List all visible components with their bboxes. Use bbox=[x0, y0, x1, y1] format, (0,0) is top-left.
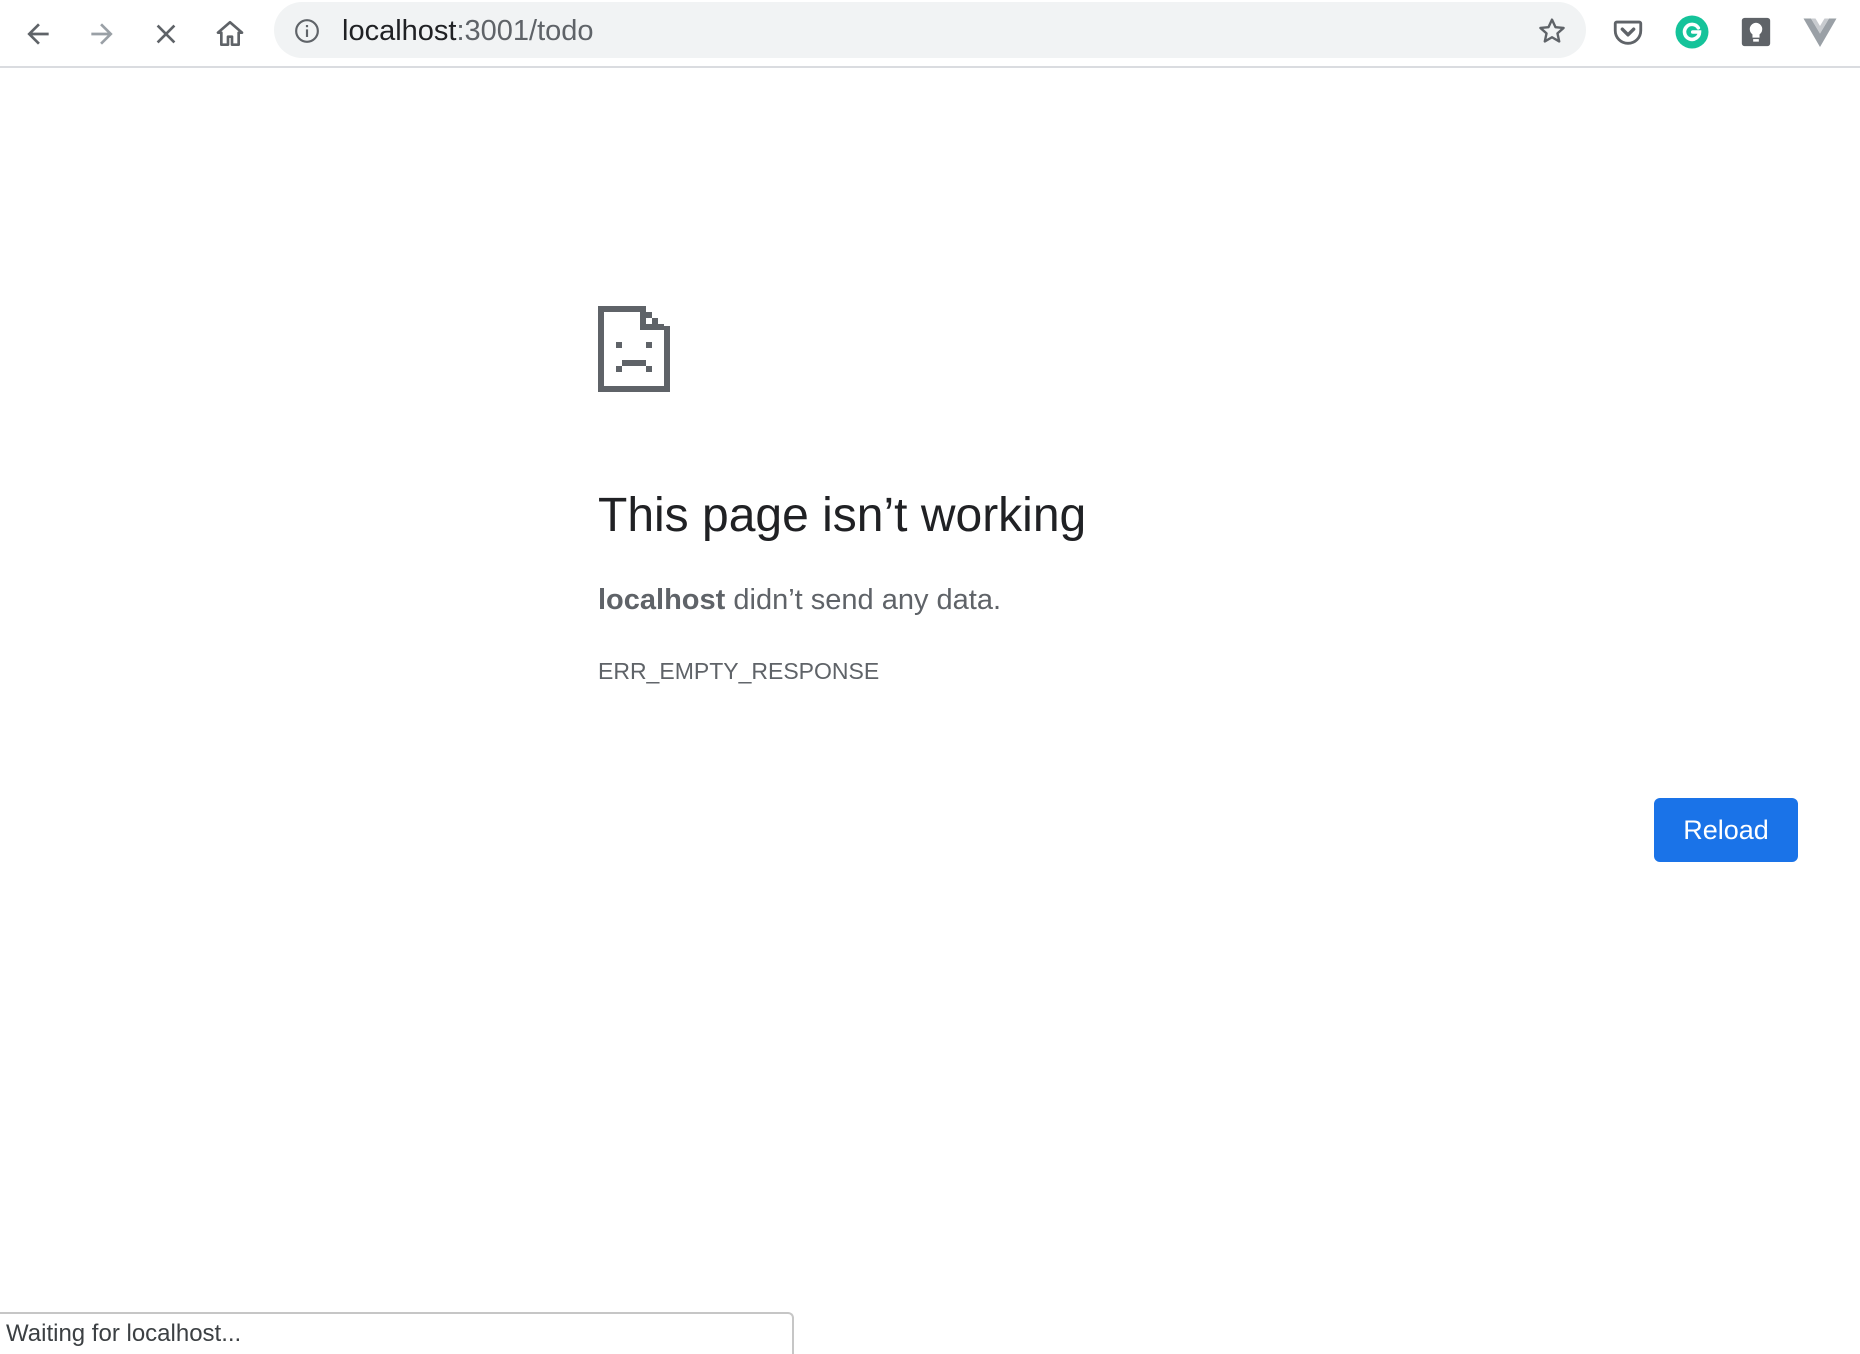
reload-button[interactable]: Reload bbox=[1654, 798, 1798, 862]
pocket-extension-icon bbox=[1613, 20, 1643, 45]
address-bar[interactable]: localhost:3001/todo bbox=[274, 2, 1586, 58]
error-host: localhost bbox=[598, 584, 726, 616]
pocket-extension-button[interactable] bbox=[1608, 12, 1648, 52]
forward-arrow-icon bbox=[91, 23, 113, 45]
back-arrow-icon bbox=[27, 23, 49, 45]
error-code: ERR_EMPTY_RESPONSE bbox=[598, 658, 880, 684]
lightbulb-extension-icon bbox=[1741, 17, 1771, 47]
grammarly-extension-icon bbox=[1675, 15, 1709, 49]
home-button[interactable] bbox=[204, 8, 256, 60]
url-host: localhost bbox=[342, 15, 457, 47]
stop-loading-icon bbox=[156, 24, 176, 44]
error-message: didn’t send any data. bbox=[725, 584, 1002, 616]
lightbulb-extension-button[interactable] bbox=[1736, 12, 1776, 52]
browser-toolbar: localhost:3001/todo bbox=[0, 0, 1860, 68]
url-text[interactable]: localhost:3001/todo bbox=[342, 14, 594, 48]
home-icon bbox=[216, 20, 244, 46]
site-info-icon[interactable] bbox=[294, 18, 320, 44]
error-title: This page isn’t working bbox=[598, 489, 1087, 542]
bookmark-star-icon[interactable] bbox=[1536, 15, 1568, 47]
sad-page-icon bbox=[598, 306, 670, 392]
forward-button[interactable] bbox=[76, 8, 128, 60]
error-description: localhost didn’t send any data. bbox=[598, 582, 1001, 618]
stop-loading-button[interactable] bbox=[140, 8, 192, 60]
grammarly-extension-button[interactable] bbox=[1672, 12, 1712, 52]
vue-devtools-extension-icon bbox=[1803, 18, 1837, 47]
vue-devtools-extension-button[interactable] bbox=[1800, 12, 1840, 52]
url-path: :3001/todo bbox=[456, 15, 594, 47]
back-button[interactable] bbox=[12, 8, 64, 60]
status-bubble: Waiting for localhost... bbox=[0, 1312, 794, 1354]
